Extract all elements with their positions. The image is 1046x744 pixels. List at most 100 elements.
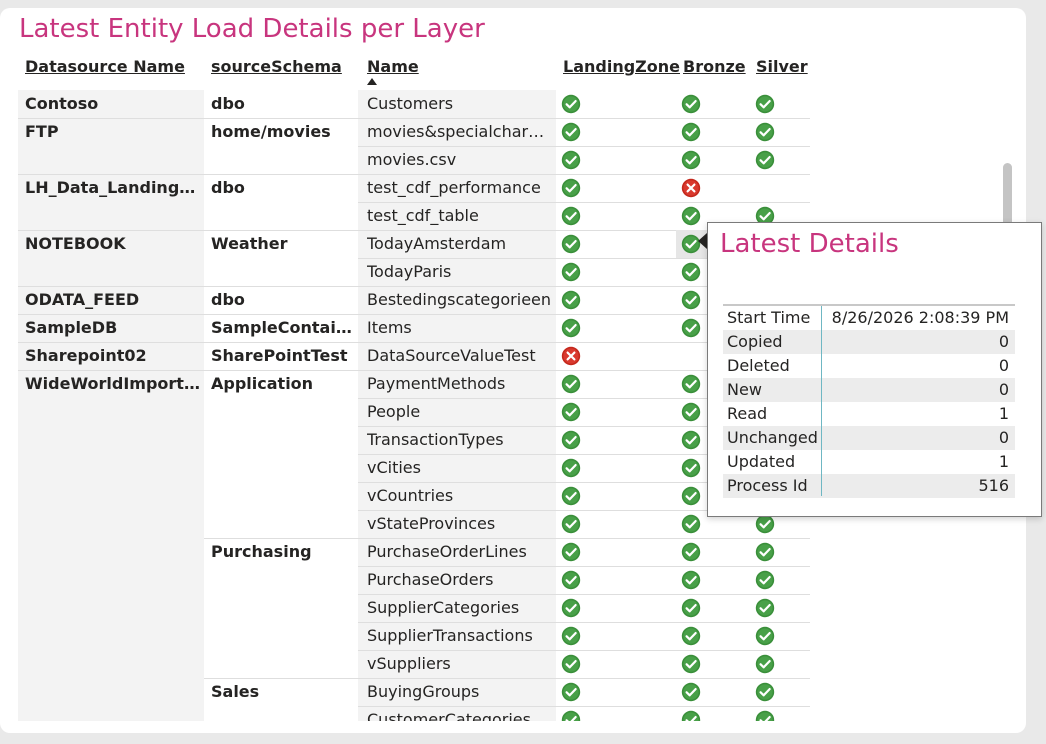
detail-value: 0 bbox=[998, 380, 1009, 399]
success-check-icon[interactable] bbox=[561, 486, 581, 506]
table-row[interactable]: Purchasing PurchaseOrderLines bbox=[18, 538, 810, 566]
table-row[interactable]: Sharepoint02 SharePointTest DataSourceValu… bbox=[18, 342, 810, 370]
source-schema-cell bbox=[211, 594, 361, 622]
success-check-icon[interactable] bbox=[561, 150, 581, 170]
success-check-icon[interactable] bbox=[755, 654, 775, 674]
success-check-icon[interactable] bbox=[561, 570, 581, 590]
success-check-icon[interactable] bbox=[561, 514, 581, 534]
table-row[interactable]: TransactionTypes bbox=[18, 426, 810, 454]
column-header-name[interactable]: Name bbox=[367, 57, 419, 76]
success-check-icon[interactable] bbox=[681, 262, 701, 282]
table-row[interactable]: WideWorldImporters Application PaymentMeth… bbox=[18, 370, 810, 398]
success-check-icon[interactable] bbox=[561, 94, 581, 114]
success-check-icon[interactable] bbox=[561, 458, 581, 478]
table-row[interactable]: SupplierCategories bbox=[18, 594, 810, 622]
detail-value: 516 bbox=[978, 476, 1009, 495]
success-check-icon[interactable] bbox=[755, 150, 775, 170]
success-check-icon[interactable] bbox=[681, 122, 701, 142]
success-check-icon[interactable] bbox=[681, 682, 701, 702]
success-check-icon[interactable] bbox=[755, 710, 775, 721]
table-row[interactable]: LH_Data_Landingz… dbo test_cdf_performance bbox=[18, 174, 810, 202]
entity-name-cell: Customers bbox=[367, 94, 454, 113]
success-check-icon[interactable] bbox=[561, 654, 581, 674]
datasource-name-cell bbox=[25, 510, 201, 538]
column-header-datasource-name[interactable]: Datasource Name bbox=[25, 57, 185, 76]
success-check-icon[interactable] bbox=[681, 626, 701, 646]
column-header-source-schema[interactable]: sourceSchema bbox=[211, 57, 342, 76]
success-check-icon[interactable] bbox=[755, 626, 775, 646]
success-check-icon[interactable] bbox=[681, 486, 701, 506]
table-row[interactable]: FTP home/movies movies&specialchara… bbox=[18, 118, 810, 146]
success-check-icon[interactable] bbox=[561, 234, 581, 254]
table-row[interactable]: vStateProvinces bbox=[18, 510, 810, 538]
success-check-icon[interactable] bbox=[561, 682, 581, 702]
success-check-icon[interactable] bbox=[681, 542, 701, 562]
column-header-silver[interactable]: Silver bbox=[756, 57, 808, 76]
table-row[interactable]: ODATA_FEED dbo Bestedingscategorieen bbox=[18, 286, 810, 314]
failed-x-icon[interactable] bbox=[561, 346, 581, 366]
success-check-icon[interactable] bbox=[561, 710, 581, 721]
success-check-icon[interactable] bbox=[681, 318, 701, 338]
success-check-icon[interactable] bbox=[755, 122, 775, 142]
success-check-icon[interactable] bbox=[681, 570, 701, 590]
success-check-icon[interactable] bbox=[561, 374, 581, 394]
success-check-icon[interactable] bbox=[561, 430, 581, 450]
success-check-icon[interactable] bbox=[561, 206, 581, 226]
success-check-icon[interactable] bbox=[681, 654, 701, 674]
success-check-icon[interactable] bbox=[681, 206, 701, 226]
sort-ascending-icon bbox=[367, 78, 377, 85]
success-check-icon[interactable] bbox=[755, 94, 775, 114]
success-check-icon[interactable] bbox=[561, 402, 581, 422]
success-check-icon[interactable] bbox=[681, 374, 701, 394]
table-row[interactable]: movies.csv bbox=[18, 146, 810, 174]
table-row[interactable]: TodayParis bbox=[18, 258, 810, 286]
table-row[interactable]: Sales BuyingGroups bbox=[18, 678, 810, 706]
success-check-icon[interactable] bbox=[681, 458, 701, 478]
success-check-icon[interactable] bbox=[681, 94, 701, 114]
source-schema-cell bbox=[211, 454, 361, 482]
table-row[interactable]: Contoso dbo Customers bbox=[18, 90, 810, 118]
datasource-name-cell: FTP bbox=[25, 122, 59, 141]
success-check-icon[interactable] bbox=[681, 402, 701, 422]
success-check-icon[interactable] bbox=[755, 570, 775, 590]
column-header-landingzone[interactable]: LandingZone bbox=[563, 57, 680, 76]
success-check-icon[interactable] bbox=[561, 290, 581, 310]
detail-value: 0 bbox=[998, 356, 1009, 375]
table-row[interactable]: SampleDB SampleContainer Items bbox=[18, 314, 810, 342]
success-check-icon[interactable] bbox=[681, 598, 701, 618]
success-check-icon[interactable] bbox=[681, 150, 701, 170]
datasource-name-cell: LH_Data_Landingz… bbox=[25, 178, 201, 197]
table-row[interactable]: vCountries bbox=[18, 482, 810, 510]
table-row[interactable]: CustomerCategories bbox=[18, 706, 810, 721]
success-check-icon[interactable] bbox=[561, 598, 581, 618]
table-row[interactable]: People bbox=[18, 398, 810, 426]
success-check-icon[interactable] bbox=[561, 262, 581, 282]
success-check-icon[interactable] bbox=[681, 514, 701, 534]
table-row[interactable]: vSuppliers bbox=[18, 650, 810, 678]
table-row[interactable]: vCities bbox=[18, 454, 810, 482]
table-row[interactable]: PurchaseOrders bbox=[18, 566, 810, 594]
failed-x-icon[interactable] bbox=[681, 178, 701, 198]
column-header-bronze[interactable]: Bronze bbox=[683, 57, 746, 76]
entity-name-cell: People bbox=[367, 402, 421, 421]
success-check-icon[interactable] bbox=[755, 682, 775, 702]
success-check-icon[interactable] bbox=[755, 598, 775, 618]
success-check-icon[interactable] bbox=[561, 318, 581, 338]
source-schema-cell: dbo bbox=[211, 94, 245, 113]
datasource-name-cell bbox=[25, 482, 201, 510]
datasource-name-cell bbox=[25, 678, 201, 706]
table-row[interactable]: SupplierTransactions bbox=[18, 622, 810, 650]
success-check-icon[interactable] bbox=[561, 542, 581, 562]
source-schema-cell bbox=[211, 398, 361, 426]
success-check-icon[interactable] bbox=[561, 626, 581, 646]
success-check-icon[interactable] bbox=[561, 122, 581, 142]
table-row[interactable]: test_cdf_table bbox=[18, 202, 810, 230]
success-check-icon[interactable] bbox=[681, 290, 701, 310]
success-check-icon[interactable] bbox=[561, 178, 581, 198]
table-row[interactable]: NOTEBOOK Weather TodayAmsterdam bbox=[18, 230, 810, 258]
success-check-icon[interactable] bbox=[755, 514, 775, 534]
success-check-icon[interactable] bbox=[681, 430, 701, 450]
success-check-icon[interactable] bbox=[681, 710, 701, 721]
detail-row: Unchanged 0 bbox=[723, 426, 1015, 450]
success-check-icon[interactable] bbox=[755, 542, 775, 562]
